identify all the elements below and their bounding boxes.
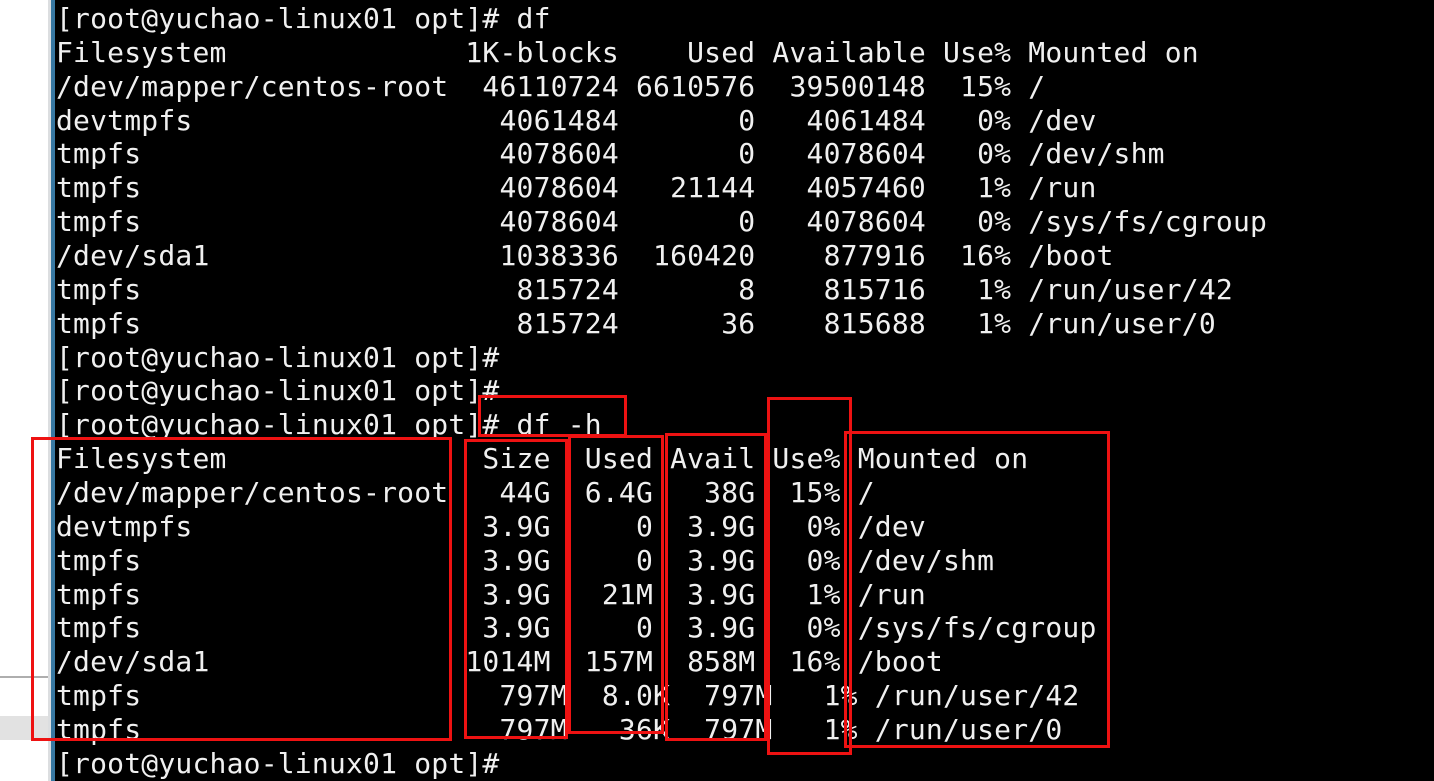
terminal-line: tmpfs 4078604 21144 4057460 1% /run [56, 171, 1434, 205]
terminal-line: [root@yuchao-linux01 opt]# df -h [56, 408, 1434, 442]
terminal-line: devtmpfs 3.9G 0 3.9G 0% /dev [56, 510, 1434, 544]
terminal-line: tmpfs 3.9G 0 3.9G 0% /sys/fs/cgroup [56, 611, 1434, 645]
terminal-line: tmpfs 797M 8.0K 797M 1% /run/user/42 [56, 679, 1434, 713]
terminal-line: tmpfs 815724 8 815716 1% /run/user/42 [56, 273, 1434, 307]
terminal-line: /dev/sda1 1038336 160420 877916 16% /boo… [56, 239, 1434, 273]
terminal-line: Filesystem Size Used Avail Use% Mounted … [56, 442, 1434, 476]
terminal-line: tmpfs 4078604 0 4078604 0% /dev/shm [56, 137, 1434, 171]
terminal-line: [root@yuchao-linux01 opt]# [56, 341, 1434, 375]
terminal-lines: [root@yuchao-linux01 opt]# dfFilesystem … [56, 2, 1434, 781]
terminal-line: tmpfs 797M 36K 797M 1% /run/user/0 [56, 713, 1434, 747]
terminal-line: Filesystem 1K-blocks Used Available Use%… [56, 36, 1434, 70]
terminal-line: tmpfs 3.9G 0 3.9G 0% /dev/shm [56, 544, 1434, 578]
terminal-line: tmpfs 4078604 0 4078604 0% /sys/fs/cgrou… [56, 205, 1434, 239]
terminal-output: [root@yuchao-linux01 opt]# dfFilesystem … [0, 0, 1434, 781]
terminal-line: [root@yuchao-linux01 opt]# df [56, 2, 1434, 36]
terminal-line: [root@yuchao-linux01 opt]# [56, 747, 1434, 781]
terminal-line: [root@yuchao-linux01 opt]# [56, 374, 1434, 408]
terminal-line: /dev/mapper/centos-root 44G 6.4G 38G 15%… [56, 476, 1434, 510]
terminal-line: devtmpfs 4061484 0 4061484 0% /dev [56, 104, 1434, 138]
terminal-line: tmpfs 3.9G 21M 3.9G 1% /run [56, 578, 1434, 612]
terminal-line: /dev/mapper/centos-root 46110724 6610576… [56, 70, 1434, 104]
terminal-line: tmpfs 815724 36 815688 1% /run/user/0 [56, 307, 1434, 341]
terminal-line: /dev/sda1 1014M 157M 858M 16% /boot [56, 645, 1434, 679]
